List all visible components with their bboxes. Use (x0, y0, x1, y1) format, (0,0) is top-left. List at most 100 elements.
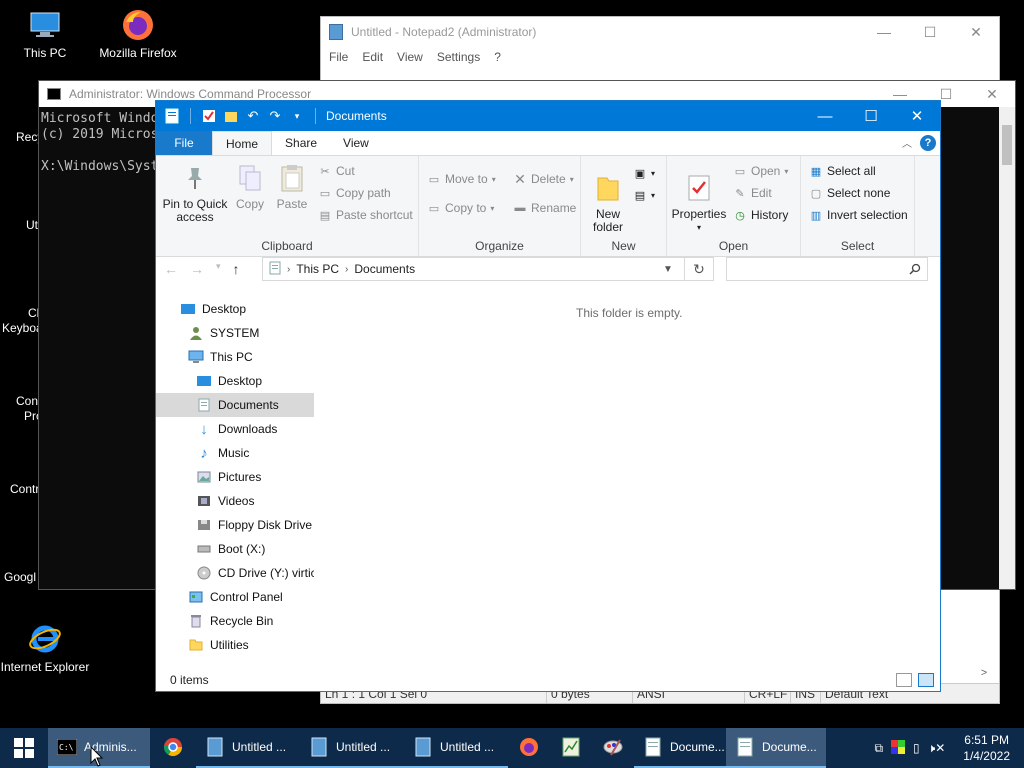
minimize-button[interactable]: — (861, 17, 907, 47)
nav-item-system[interactable]: SYSTEM (156, 321, 314, 345)
desktop-icon-control-panel-partial[interactable]: Contr (10, 482, 39, 496)
usb-icon[interactable]: ▯ (913, 741, 920, 755)
up-arrow-icon[interactable]: ↑ (233, 261, 240, 277)
menu-settings[interactable]: Settings (437, 50, 480, 64)
tab-home[interactable]: Home (212, 131, 273, 155)
nav-item-downloads[interactable]: ↓ Downloads (156, 417, 314, 441)
properties-qat-icon[interactable] (201, 108, 217, 124)
taskbar-item-chart-app[interactable] (550, 728, 592, 768)
pin-quick-access-button[interactable]: Pin to Quick access (162, 162, 228, 224)
nav-item-this-pc[interactable]: This PC (156, 345, 314, 369)
close-button[interactable]: ✕ (894, 101, 940, 131)
taskbar-item-documents-2[interactable]: Docume... (726, 728, 826, 768)
nav-item-utilities[interactable]: Utilities (156, 633, 314, 657)
breadcrumb-documents[interactable]: Documents (354, 262, 415, 276)
open-button[interactable]: ▭ Open ▾ (733, 164, 789, 178)
refresh-button[interactable]: ↻ (684, 257, 714, 281)
select-all-button[interactable]: ▦ Select all (809, 164, 876, 178)
clock[interactable]: 6:51 PM 1/4/2022 (953, 732, 1020, 764)
nav-label: This PC (210, 350, 253, 364)
taskbar-item-notepad-2[interactable]: Untitled ... (300, 728, 404, 768)
copy-button[interactable]: Copy (232, 162, 268, 211)
move-to-button[interactable]: ▭ Move to ▾ (427, 172, 496, 186)
taskbar-item-notepad-1[interactable]: Untitled ... (196, 728, 300, 768)
easy-access-button[interactable]: ▤ ▾ (633, 188, 655, 202)
desktop-icon-internet-explorer[interactable]: Internet Explorer (0, 622, 90, 674)
delete-button[interactable]: ✕ Delete ▾ (513, 171, 574, 187)
nav-item-pictures[interactable]: Pictures (156, 465, 314, 489)
tab-view[interactable]: View (330, 131, 382, 155)
scroll-thumb[interactable] (1002, 125, 1012, 165)
undo-icon[interactable]: ↶ (245, 108, 261, 124)
breadcrumb-this-pc[interactable]: This PC (296, 262, 339, 276)
tab-share[interactable]: Share (272, 131, 330, 155)
cut-button[interactable]: ✂ Cut (318, 164, 354, 178)
maximize-button[interactable]: ☐ (907, 17, 953, 47)
nav-item-control-panel[interactable]: Control Panel (156, 585, 314, 609)
back-arrow-icon[interactable]: ← (164, 261, 178, 277)
paste-shortcut-button[interactable]: ▤ Paste shortcut (318, 208, 413, 222)
copy-to-button[interactable]: ▭ Copy to ▾ (427, 201, 495, 215)
desktop-icon-control-partial-1[interactable]: Con (16, 394, 38, 408)
nav-item-floppy[interactable]: Floppy Disk Drive (156, 513, 314, 537)
address-dropdown-icon[interactable]: ▼ (656, 257, 680, 281)
history-button[interactable]: ◷ History (733, 208, 788, 222)
nav-item-desktop-root[interactable]: Desktop (156, 297, 314, 321)
select-none-button[interactable]: ▢ Select none (809, 186, 891, 200)
collapse-ribbon-icon[interactable]: ︿ (902, 135, 912, 150)
volume-muted-icon[interactable]: 🕨✕ (928, 741, 946, 756)
help-icon[interactable]: ? (920, 135, 936, 151)
menu-edit[interactable]: Edit (362, 50, 383, 64)
chevron-right-icon[interactable]: › (345, 264, 348, 275)
new-folder-qat-icon[interactable] (223, 108, 239, 124)
recent-locations-icon[interactable]: ▾ (216, 261, 221, 277)
taskbar-item-notepad-3[interactable]: Untitled ... (404, 728, 508, 768)
start-button[interactable] (0, 728, 48, 768)
copy-path-button[interactable]: ▭ Copy path (318, 186, 391, 200)
scroll-right-arrow[interactable]: > (969, 667, 999, 683)
nav-item-boot-drive[interactable]: Boot (X:) (156, 537, 314, 561)
close-button[interactable]: ✕ (953, 17, 999, 47)
history-icon: ◷ (735, 209, 745, 222)
close-button[interactable]: ✕ (969, 81, 1015, 107)
nav-item-documents[interactable]: Documents (156, 393, 314, 417)
chevron-right-icon[interactable]: › (287, 264, 290, 275)
desktop-icon-firefox[interactable]: Mozilla Firefox (93, 8, 183, 60)
large-icons-view-icon[interactable] (918, 673, 934, 687)
taskbar-item-firefox[interactable] (508, 728, 550, 768)
color-palette-icon[interactable] (891, 739, 906, 757)
menu-file[interactable]: File (329, 50, 348, 64)
search-input[interactable] (726, 257, 928, 281)
forward-arrow-icon[interactable]: → (190, 261, 204, 277)
cmd-scrollbar[interactable] (999, 107, 1015, 589)
explorer-window[interactable]: ↶ ↷ ▾ Documents — ☐ ✕ File Home Share Vi… (155, 100, 941, 692)
customize-qat-icon[interactable]: ▾ (289, 108, 305, 124)
redo-icon[interactable]: ↷ (267, 108, 283, 124)
nav-item-videos[interactable]: Videos (156, 489, 314, 513)
desktop-icon-this-pc[interactable]: This PC (0, 8, 90, 60)
nav-item-recycle-bin[interactable]: Recycle Bin (156, 609, 314, 633)
nav-item-music[interactable]: ♪ Music (156, 441, 314, 465)
address-bar[interactable]: › This PC › Documents (262, 257, 714, 281)
new-item-button[interactable]: ▣ ▾ (633, 166, 655, 180)
taskbar-item-documents-1[interactable]: Docume... (634, 728, 726, 768)
nav-item-desktop[interactable]: Desktop (156, 369, 314, 393)
minimize-button[interactable]: — (802, 101, 848, 131)
paste-button[interactable]: Paste (272, 162, 312, 211)
network-icon[interactable]: ⧉ (874, 741, 883, 756)
taskbar-item-paint-app[interactable] (592, 728, 634, 768)
taskbar-item-chrome[interactable] (150, 728, 196, 768)
desktop-icon-keyboard-partial-2[interactable]: Keyboa (2, 321, 43, 335)
rename-button[interactable]: ▬ Rename (513, 201, 577, 215)
maximize-button[interactable]: ☐ (848, 101, 894, 131)
tab-file[interactable]: File (156, 131, 212, 155)
edit-button[interactable]: ✎ Edit (733, 186, 771, 200)
properties-button[interactable]: Properties ▾ (671, 172, 727, 234)
desktop-icon-google-partial[interactable]: Googl (4, 570, 36, 584)
menu-help[interactable]: ? (494, 50, 501, 64)
nav-item-cd-drive[interactable]: CD Drive (Y:) virtic (156, 561, 314, 585)
menu-view[interactable]: View (397, 50, 423, 64)
invert-selection-button[interactable]: ▥ Invert selection (809, 208, 908, 222)
new-folder-button[interactable]: New folder (585, 172, 631, 234)
details-view-icon[interactable] (896, 673, 912, 687)
